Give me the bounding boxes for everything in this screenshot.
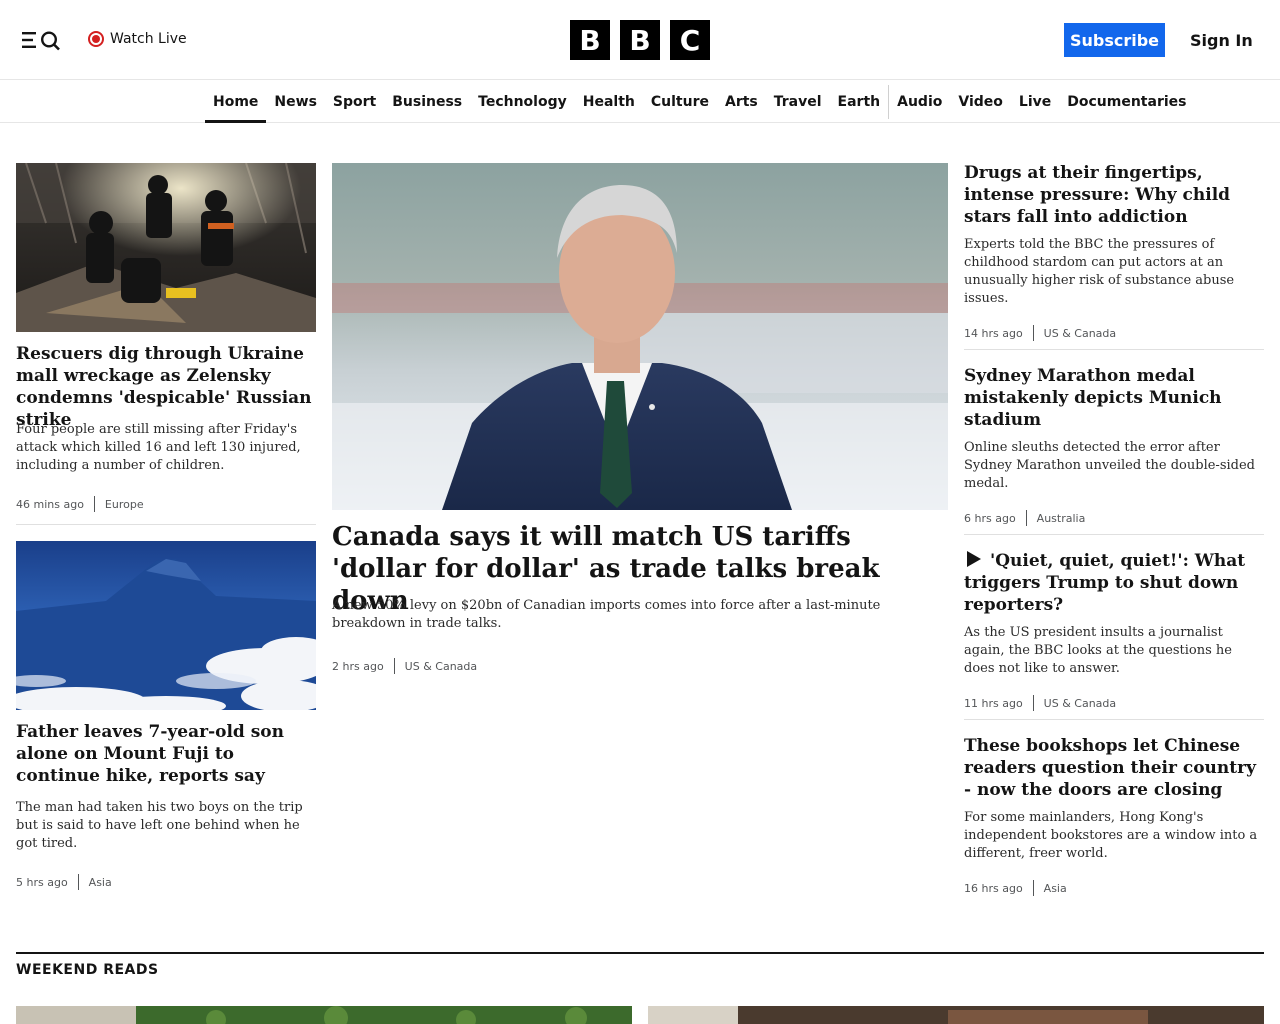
weekend-read-2-image[interactable]: [648, 1006, 1264, 1024]
right-card-1-tag[interactable]: US & Canada: [1044, 327, 1116, 340]
right-card-3-headline-text: 'Quiet, quiet, quiet!': What triggers Tr…: [964, 551, 1246, 615]
menu-icon: [22, 31, 60, 51]
logo-letter-b2: B: [620, 20, 660, 60]
menu-search-button[interactable]: [20, 26, 64, 54]
nav-item-culture[interactable]: Culture: [643, 81, 717, 122]
right-card-1-meta: 14 hrs ago US & Canada: [964, 325, 1116, 341]
left-card-1-tag[interactable]: Europe: [105, 498, 144, 511]
right-card-3-time: 11 hrs ago: [964, 696, 1023, 710]
main-story-illustration: [332, 163, 948, 510]
right-card-2-tag[interactable]: Australia: [1037, 512, 1086, 525]
bbc-logo[interactable]: B B C: [570, 20, 710, 60]
card-divider: [16, 524, 316, 525]
weekend-read-2-illustration: [648, 1006, 1264, 1024]
right-card-1-headline[interactable]: Drugs at their fingertips, intense press…: [964, 162, 1264, 228]
right-card-2-headline[interactable]: Sydney Marathon medal mistakenly depicts…: [964, 365, 1264, 431]
logo-letter-b1: B: [570, 20, 610, 60]
card-divider: [964, 349, 1264, 350]
main-story-summary: A new 50% levy on $20bn of Canadian impo…: [332, 598, 881, 631]
weekend-read-1-illustration: [16, 1006, 632, 1024]
right-card-2-meta: 6 hrs ago Australia: [964, 510, 1085, 526]
meta-divider: [93, 496, 95, 512]
right-card-4-summary: For some mainlanders, Hong Kong's indepe…: [964, 810, 1258, 861]
ukraine-rescue-illustration: [16, 163, 316, 332]
meta-divider: [393, 658, 395, 674]
nav-item-home[interactable]: Home: [205, 81, 267, 123]
meta-divider: [77, 874, 79, 890]
sign-in-link[interactable]: Sign In: [1190, 28, 1253, 52]
right-card-3-meta: 11 hrs ago US & Canada: [964, 695, 1116, 711]
nav-item-sport[interactable]: Sport: [325, 81, 384, 122]
right-card-1-time: 14 hrs ago: [964, 326, 1023, 340]
mount-fuji-illustration: [16, 541, 316, 710]
right-card-3-summary: As the US president insults a journalist…: [964, 625, 1232, 676]
left-card-2-time: 5 hrs ago: [16, 875, 68, 889]
left-card-2-meta: 5 hrs ago Asia: [16, 874, 112, 890]
watch-live-link[interactable]: Watch Live: [88, 28, 187, 50]
nav-item-documentaries[interactable]: Documentaries: [1059, 81, 1194, 122]
left-card-1-headline[interactable]: Rescuers dig through Ukraine mall wrecka…: [16, 343, 316, 431]
right-card-4-tag[interactable]: Asia: [1044, 882, 1067, 895]
left-card-2-tag[interactable]: Asia: [89, 876, 112, 889]
nav-item-earth[interactable]: Earth: [830, 81, 889, 122]
right-card-4-headline[interactable]: These bookshops let Chinese readers ques…: [964, 735, 1264, 801]
right-card-1-summary: Experts told the BBC the pressures of ch…: [964, 237, 1235, 306]
weekend-read-1-image[interactable]: [16, 1006, 632, 1024]
section-rule: [16, 952, 1264, 954]
right-card-3-tag[interactable]: US & Canada: [1044, 697, 1116, 710]
card-divider: [964, 719, 1264, 720]
nav-item-business[interactable]: Business: [384, 81, 470, 122]
live-icon: [88, 31, 104, 47]
left-card-2-summary: The man had taken his two boys on the tr…: [16, 800, 303, 851]
main-story-image[interactable]: [332, 163, 948, 510]
main-story-meta: 2 hrs ago US & Canada: [332, 658, 477, 674]
mount-fuji-image[interactable]: [16, 541, 316, 710]
watch-live-label: Watch Live: [110, 31, 187, 47]
left-card-1-summary: Four people are still missing after Frid…: [16, 422, 301, 473]
meta-divider: [1025, 510, 1027, 526]
right-card-2-time: 6 hrs ago: [964, 511, 1016, 525]
right-card-4-time: 16 hrs ago: [964, 881, 1023, 895]
left-card-1-meta: 46 mins ago Europe: [16, 496, 144, 512]
meta-divider: [1032, 880, 1034, 896]
left-card-1-time: 46 mins ago: [16, 497, 84, 511]
nav-item-arts[interactable]: Arts: [717, 81, 766, 122]
card-divider: [964, 534, 1264, 535]
meta-divider: [1032, 695, 1034, 711]
right-card-3-headline[interactable]: 'Quiet, quiet, quiet!': What triggers Tr…: [964, 550, 1264, 616]
ukraine-rescue-image[interactable]: [16, 163, 316, 332]
meta-divider: [1032, 325, 1034, 341]
nav-item-audio[interactable]: Audio: [889, 81, 950, 122]
play-icon: [967, 551, 981, 567]
left-card-2-headline[interactable]: Father leaves 7-year-old son alone on Mo…: [16, 721, 316, 787]
logo-letter-c: C: [670, 20, 710, 60]
main-story-tag[interactable]: US & Canada: [405, 660, 477, 673]
nav-list: Home News Sport Business Technology Heal…: [205, 81, 1194, 123]
nav-item-health[interactable]: Health: [575, 81, 643, 122]
right-card-2-summary: Online sleuths detected the error after …: [964, 440, 1255, 491]
main-nav: Home News Sport Business Technology Heal…: [0, 81, 1280, 123]
subscribe-button[interactable]: Subscribe: [1064, 23, 1165, 57]
right-card-4-meta: 16 hrs ago Asia: [964, 880, 1067, 896]
main-story-time: 2 hrs ago: [332, 659, 384, 673]
nav-item-live[interactable]: Live: [1011, 81, 1059, 122]
nav-item-news[interactable]: News: [266, 81, 324, 122]
nav-item-technology[interactable]: Technology: [470, 81, 575, 122]
top-bar: Watch Live B B C Subscribe Sign In: [0, 0, 1280, 80]
nav-item-travel[interactable]: Travel: [766, 81, 830, 122]
nav-item-video[interactable]: Video: [950, 81, 1011, 122]
weekend-reads-title[interactable]: WEEKEND READS: [16, 962, 159, 978]
